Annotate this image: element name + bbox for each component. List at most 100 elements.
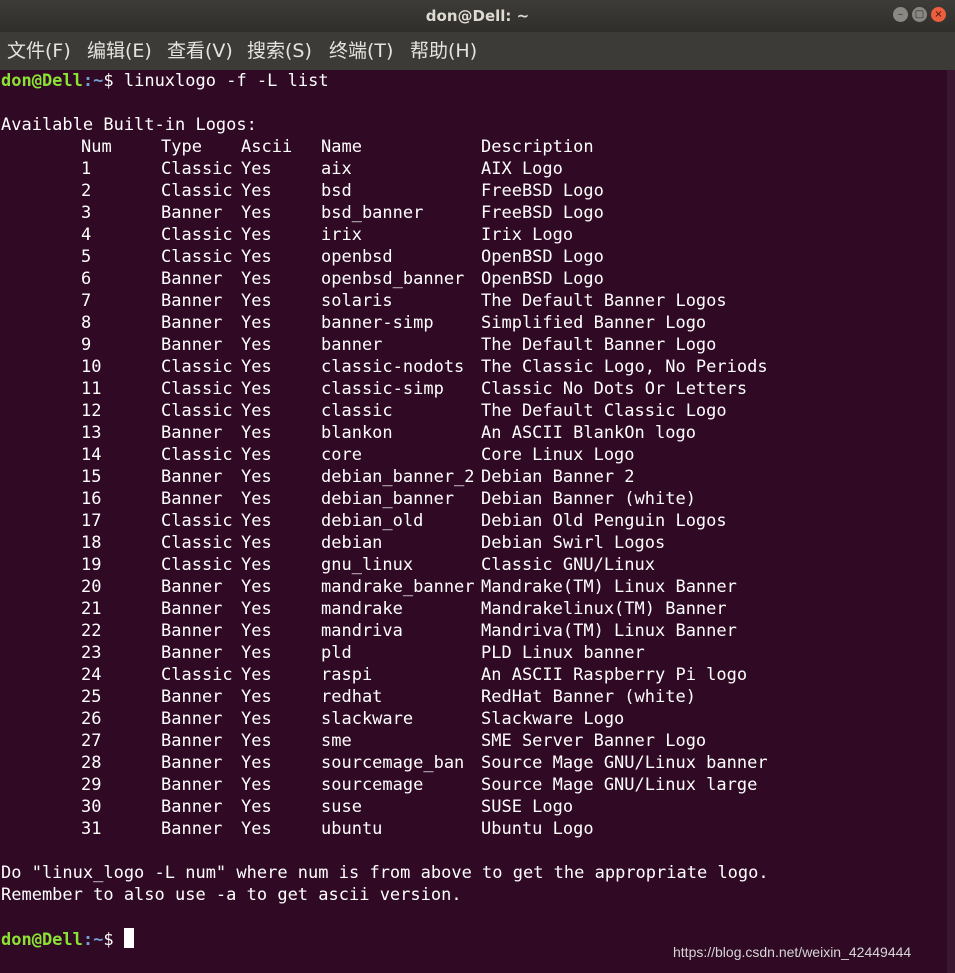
- cell-num: 5: [81, 247, 92, 267]
- cell-ascii: Yes: [241, 731, 272, 751]
- cell-num: 13: [81, 423, 102, 443]
- cell-num: 27: [81, 731, 102, 751]
- cell-type: Banner: [161, 467, 223, 487]
- cell-name: blankon: [321, 423, 393, 443]
- cell-name: sourcemage_ban: [321, 753, 465, 773]
- prompt-path: :~: [82, 930, 104, 950]
- cell-ascii: Yes: [241, 357, 272, 377]
- cell-type: Banner: [161, 335, 223, 355]
- cell-description: The Default Banner Logos: [481, 291, 727, 311]
- window-titlebar: don@Dell: ~ – □ ×: [0, 0, 955, 32]
- cell-num: 28: [81, 753, 102, 773]
- cell-name: suse: [321, 797, 362, 817]
- menu-edit[interactable]: 编辑(E): [87, 32, 152, 70]
- cell-type: Banner: [161, 599, 223, 619]
- cell-ascii: Yes: [241, 401, 272, 421]
- maximize-button[interactable]: □: [912, 7, 927, 22]
- cell-num: 16: [81, 489, 102, 509]
- cell-ascii: Yes: [241, 313, 272, 333]
- header-num: Num: [81, 137, 112, 157]
- cell-name: debian_old: [321, 511, 424, 531]
- cell-type: Classic: [161, 511, 233, 531]
- cell-num: 8: [81, 313, 92, 333]
- minimize-button[interactable]: –: [893, 7, 908, 22]
- cell-ascii: Yes: [241, 577, 272, 597]
- header-name: Name: [321, 137, 362, 157]
- cell-type: Banner: [161, 687, 223, 707]
- watermark-text: https://blog.csdn.net/weixin_42449444: [673, 944, 912, 960]
- cell-ascii: Yes: [241, 445, 272, 465]
- cell-description: Debian Old Penguin Logos: [481, 511, 727, 531]
- cell-num: 24: [81, 665, 102, 685]
- cell-description: Debian Banner 2: [481, 467, 635, 487]
- cell-ascii: Yes: [241, 643, 272, 663]
- cell-num: 1: [81, 159, 92, 179]
- cell-ascii: Yes: [241, 599, 272, 619]
- cell-type: Classic: [161, 159, 233, 179]
- cell-ascii: Yes: [241, 159, 272, 179]
- cell-name: classic-nodots: [321, 357, 465, 377]
- cell-num: 26: [81, 709, 102, 729]
- cell-name: mandriva: [321, 621, 403, 641]
- cell-name: raspi: [321, 665, 373, 685]
- cell-type: Banner: [161, 643, 223, 663]
- cell-num: 20: [81, 577, 102, 597]
- cell-ascii: Yes: [241, 621, 272, 641]
- cell-num: 17: [81, 511, 102, 531]
- cell-ascii: Yes: [241, 423, 272, 443]
- prompt-user-host: don@Dell: [1, 930, 83, 950]
- cell-description: Slackware Logo: [481, 709, 625, 729]
- cell-name: debian: [321, 533, 383, 553]
- menu-terminal[interactable]: 终端(T): [329, 32, 393, 70]
- cell-name: openbsd_banner: [321, 269, 465, 289]
- close-button[interactable]: ×: [931, 7, 946, 22]
- cell-ascii: Yes: [241, 247, 272, 267]
- cell-name: solaris: [321, 291, 393, 311]
- cell-ascii: Yes: [241, 335, 272, 355]
- cell-type: Classic: [161, 445, 233, 465]
- cell-num: 2: [81, 181, 92, 201]
- menu-view[interactable]: 查看(V): [167, 32, 233, 70]
- cell-type: Banner: [161, 775, 223, 795]
- cell-name: sme: [321, 731, 352, 751]
- cell-num: 6: [81, 269, 92, 289]
- cell-type: Banner: [161, 291, 223, 311]
- scrollbar[interactable]: [947, 70, 955, 973]
- cell-num: 18: [81, 533, 102, 553]
- menu-search[interactable]: 搜索(S): [247, 32, 312, 70]
- cell-ascii: Yes: [241, 203, 272, 223]
- cell-description: Irix Logo: [481, 225, 574, 245]
- cell-description: Classic GNU/Linux: [481, 555, 655, 575]
- header-ascii: Ascii: [241, 137, 293, 157]
- cell-description: OpenBSD Logo: [481, 269, 604, 289]
- cell-name: debian_banner_2: [321, 467, 475, 487]
- cell-num: 14: [81, 445, 102, 465]
- cell-num: 23: [81, 643, 102, 663]
- cell-num: 11: [81, 379, 102, 399]
- cell-ascii: Yes: [241, 555, 272, 575]
- cell-ascii: Yes: [241, 709, 272, 729]
- terminal-output[interactable]: don@Dell:~$ linuxlogo -f -L list Availab…: [0, 70, 947, 973]
- footer-line-1: Do "linux_logo -L num" where num is from…: [1, 863, 769, 883]
- cell-num: 15: [81, 467, 102, 487]
- menu-bar: 文件(F) 编辑(E) 查看(V) 搜索(S) 终端(T) 帮助(H): [0, 32, 955, 70]
- menu-help[interactable]: 帮助(H): [410, 32, 477, 70]
- cell-num: 3: [81, 203, 92, 223]
- cell-name: openbsd: [321, 247, 393, 267]
- cell-name: banner-simp: [321, 313, 434, 333]
- header-type: Type: [161, 137, 202, 157]
- cell-name: mandrake: [321, 599, 403, 619]
- cell-description: RedHat Banner (white): [481, 687, 696, 707]
- cell-ascii: Yes: [241, 467, 272, 487]
- menu-file[interactable]: 文件(F): [7, 32, 71, 70]
- cell-name: mandrake_banner: [321, 577, 475, 597]
- command-text: linuxlogo -f -L list: [123, 71, 329, 91]
- cell-num: 7: [81, 291, 92, 311]
- cell-description: Debian Swirl Logos: [481, 533, 666, 553]
- heading-line: Available Built-in Logos:: [1, 115, 257, 135]
- footer-line-2: Remember to also use -a to get ascii ver…: [1, 885, 462, 905]
- cell-type: Banner: [161, 819, 223, 839]
- cell-type: Classic: [161, 555, 233, 575]
- cell-name: bsd_banner: [321, 203, 424, 223]
- cell-ascii: Yes: [241, 379, 272, 399]
